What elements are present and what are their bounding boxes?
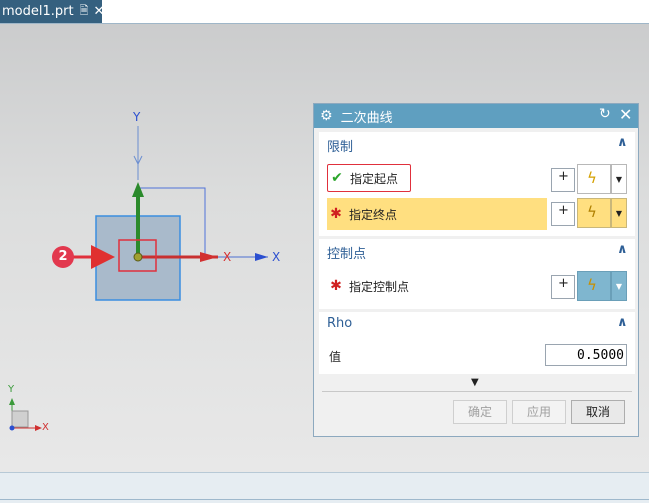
tab-model1[interactable]: model1.prt 🗎 ✕ [0,0,104,23]
status-bar [0,472,649,503]
row-end-point[interactable]: ✱ 指定终点 [327,199,547,229]
lightning-icon: ϟ [587,276,597,294]
point-plus-icon: + [558,203,569,218]
callout-2: 2 [52,246,74,268]
pin-icon[interactable]: 🗎 [80,2,89,21]
group-control-point: 控制点 ∧ ✱ 指定控制点 + ϟ ▼ [319,239,635,309]
origin-point[interactable] [133,252,143,262]
divider [322,391,632,392]
point-plus-icon: + [558,276,569,291]
y-axis-label: Y [133,110,141,124]
rho-value-label: 值 [329,350,342,364]
point-plus-icon: + [558,169,569,184]
group-limits-header[interactable]: 限制 [327,136,353,155]
start-point-label: 指定起点 [350,171,399,186]
gear-icon[interactable]: ⚙ [320,108,333,124]
close-icon[interactable]: ✕ [619,105,632,124]
tab-filename: model1.prt [2,4,74,19]
corner-x-label: X [42,422,49,433]
conic-dialog: ⚙ 二次曲线 ↻ ✕ 限制 ∧ ✔ 指定起点 + ϟ ▼ ✱ 指定终点 + ϟ … [313,103,639,437]
point-dialog-button-start[interactable]: + [551,168,575,192]
asterisk-icon: ✱ [330,206,342,222]
group-control-header[interactable]: 控制点 [327,243,366,262]
point-dialog-button-control[interactable]: + [551,275,575,299]
ok-button[interactable]: 确定 [453,400,507,424]
check-icon: ✔ [331,170,343,186]
control-point-dropdown[interactable]: ▼ [611,271,627,301]
x-axis-label-blue: X [272,250,281,264]
end-point-label: 指定终点 [349,207,398,222]
asterisk-icon: ✱ [330,278,342,294]
inferred-point-button-start[interactable]: ϟ [577,164,611,194]
group-rho: Rho ∧ 值 [319,312,635,374]
start-point-dropdown[interactable]: ▼ [611,164,627,194]
reset-icon[interactable]: ↻ [599,106,611,122]
chevron-up-icon[interactable]: ∧ [617,135,628,150]
x-axis-label-red: X [223,250,232,264]
chevron-up-icon[interactable]: ∧ [617,242,628,257]
dialog-title: 二次曲线 [340,110,393,126]
end-point-dropdown[interactable]: ▼ [611,198,627,228]
rho-value-input[interactable] [545,344,627,366]
control-point-label: 指定控制点 [349,279,410,294]
corner-triad-cube [11,410,29,428]
more-options-chevron-down-icon[interactable]: ▼ [471,377,479,388]
apply-button[interactable]: 应用 [512,400,566,424]
group-rho-header[interactable]: Rho [327,316,352,331]
tab-bar: model1.prt 🗎 ✕ [0,0,649,24]
row-start-point[interactable]: ✔ 指定起点 [327,164,411,192]
inferred-point-button-end[interactable]: ϟ [577,198,611,228]
dialog-title-bar[interactable]: ⚙ 二次曲线 ↻ ✕ [314,104,638,128]
inferred-point-button-control[interactable]: ϟ [577,271,611,301]
point-dialog-button-end[interactable]: + [551,202,575,226]
tab-close-icon[interactable]: ✕ [93,4,104,19]
chevron-up-icon[interactable]: ∧ [617,315,628,330]
row-control-point[interactable]: ✱ 指定控制点 [327,271,547,301]
lightning-icon: ϟ [587,169,597,187]
cancel-button[interactable]: 取消 [571,400,625,424]
group-limits: 限制 ∧ ✔ 指定起点 + ϟ ▼ ✱ 指定终点 + ϟ ▼ [319,132,635,236]
lightning-icon: ϟ [587,203,597,221]
corner-y-label: Y [8,384,15,395]
